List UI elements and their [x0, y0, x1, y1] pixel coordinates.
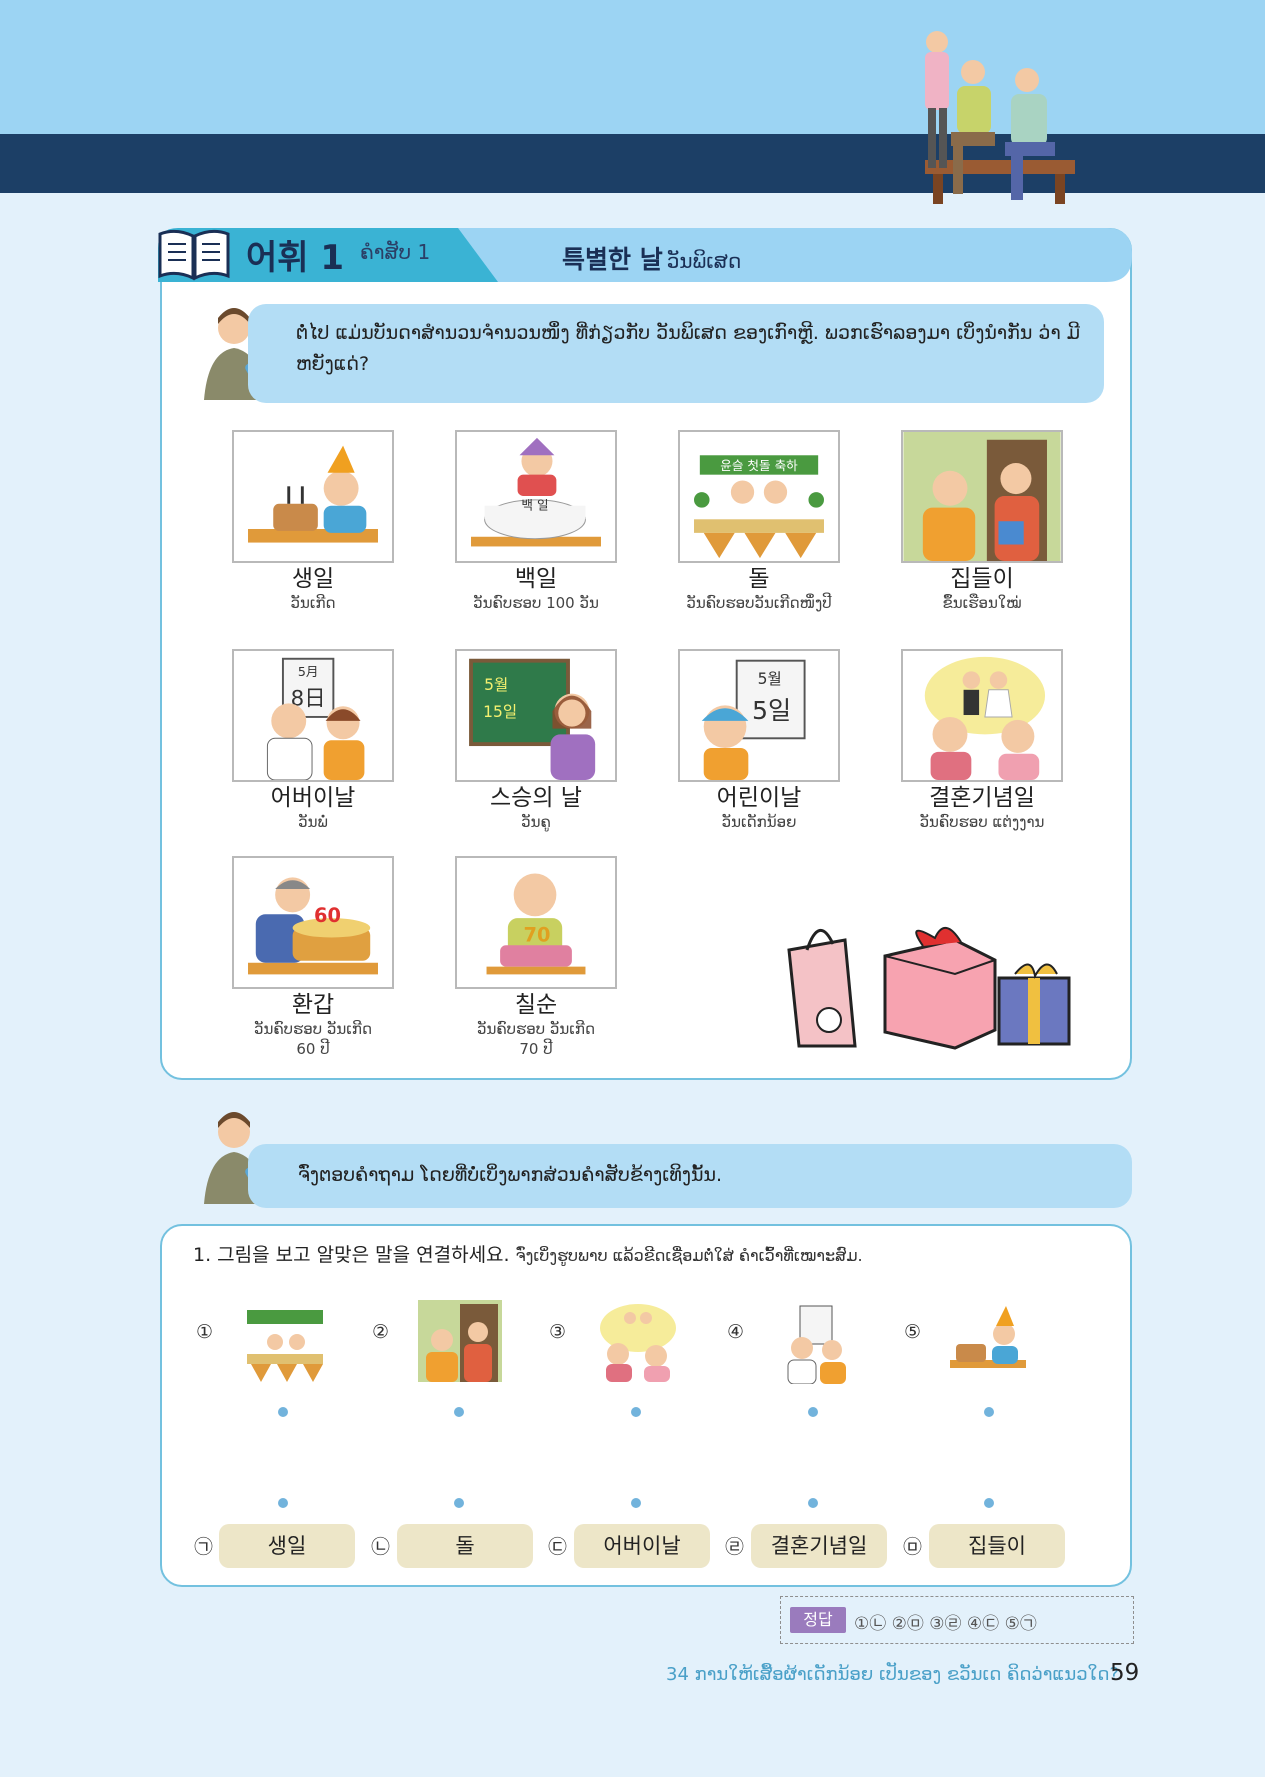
vocab-item-birthday: 생일 ວັນເກີດ [230, 430, 396, 613]
vocab-lao: ວັນຄົບຮອບວັນເກີດໜຶ່ງປີ [686, 594, 832, 612]
intro-speech-bubble: ຕໍ່ໄປ ແມ່ນບັນດາສຳນວນຈຳນວນໜຶ່ງ ທີ່ກ່ຽວກັບ… [248, 304, 1104, 403]
vocab-korean: 환갑 [291, 992, 335, 1018]
word-2-dot[interactable] [454, 1498, 464, 1508]
item-number-4: ④ [727, 1321, 745, 1343]
board-day: 15일 [483, 703, 517, 721]
word-mark-2: ㉡ [371, 1536, 391, 1558]
exercise-picture-3 [600, 1304, 676, 1382]
vocab-lao-line1: ວັນຄົບຮອບ ວັນເກີດ [476, 1020, 596, 1038]
item-number-3: ③ [549, 1321, 567, 1343]
footer-chapter-title: 34 ການໃຫ້ເສື້ອຜ້າເດັກນ້ອຍ ເປັນຂອງ ຂວັນເດ… [666, 1664, 1120, 1685]
picture-2-dot[interactable] [454, 1407, 464, 1417]
calendar-month: 5월 [758, 670, 782, 688]
parents-day-calendar-image: 5月 8日 [232, 649, 394, 782]
word-4-dot[interactable] [808, 1498, 818, 1508]
vocab-korean: 칠순 [514, 992, 558, 1018]
vocab-lao: ວັນພໍ່ [298, 813, 328, 831]
exercise-picture-4 [787, 1305, 846, 1384]
calendar-month: 5月 [298, 664, 319, 679]
childrens-day-calendar-image: 5월 5일 [678, 649, 840, 782]
vocab-korean: 백일 [514, 566, 558, 592]
vocab-item-parents-day: 5月 8日 어버이날 ວັນພໍ່ [230, 649, 396, 832]
answer-instruction-bubble: ຈົ່ງຕອບຄຳຖາມ ໂດຍທີ່ບໍ່ເບິ່ງພາກສ່ວນຄຳສັບຂ… [248, 1144, 1132, 1208]
vocab-item-first-birthday: 윤슬 첫돌 축하 돌 ວັນຄົບຮອບວັນເກີດໜຶ່ງປີ [676, 430, 842, 613]
vocab-item-hundred-day: 백 일 백일 ວັນຄົບຮອບ 100 ວັນ [453, 430, 619, 613]
word-3-dot[interactable] [631, 1498, 641, 1508]
exercise-picture-5 [950, 1306, 1026, 1368]
vocab-korean: 어버이날 [270, 785, 356, 811]
section-title-korean: 어휘 1 [246, 238, 345, 278]
picture-3-dot[interactable] [631, 1407, 641, 1417]
vocab-item-childrens-day: 5월 5일 어린이날 ວັນເດັກນ້ອຍ [676, 649, 842, 832]
picture-5-dot[interactable] [984, 1407, 994, 1417]
gift-boxes-illustration [787, 927, 1071, 1050]
page-number: 59 [1110, 1660, 1140, 1686]
vocab-lao: ວັນຄົບຮອບ ແຕ່ງງານ [919, 813, 1045, 831]
word-mark-1: ㉠ [194, 1536, 214, 1558]
word-mark-4: ㉣ [725, 1536, 745, 1558]
exercise-picture-1 [247, 1310, 323, 1382]
vocab-korean: 어린이날 [716, 785, 802, 811]
word-1-dot[interactable] [278, 1498, 288, 1508]
item-number-5: ⑤ [904, 1321, 922, 1343]
word-5-dot[interactable] [984, 1498, 994, 1508]
hundred-day-cake-image: 백 일 [455, 430, 617, 563]
board-month: 5월 [484, 676, 508, 694]
cake-text: 백 일 [521, 498, 548, 513]
vocab-korean: 스승의 날 [490, 785, 582, 811]
cake-number: 70 [523, 923, 550, 946]
word-mark-5: ㉤ [903, 1536, 923, 1558]
vocab-lao: ຂຶ້ນເຮືອນໃໝ່ [942, 594, 1022, 612]
vocab-item-teachers-day: 5월 15일 스승의 날 ວັນຄູ [453, 649, 619, 832]
people-on-bench-illustration [925, 31, 1075, 204]
vocab-lao: ວັນເກີດ [290, 594, 336, 612]
calendar-day: 5일 [752, 696, 791, 725]
picture-1-dot[interactable] [278, 1407, 288, 1417]
vocab-item-housewarming: 집들이 ຂຶ້ນເຮືອນໃໝ່ [899, 430, 1065, 613]
instruction-lao: ຈົ່ງເບິ່ງຮູບພາບ ແລ້ວຂີດເຊື່ອມຕໍ່ໃສ່ ຄຳເວ… [515, 1246, 863, 1265]
answer-key-text: ①㉡ ②㉤ ③㉣ ④㉢ ⑤㉠ [854, 1614, 1037, 1634]
seventieth-birthday-image: 70 [455, 856, 617, 989]
answer-key-label: 정답 [790, 1607, 846, 1633]
item-number-1: ① [196, 1321, 214, 1343]
wedding-anniversary-image [901, 649, 1063, 782]
vocab-lao: ວັນຄູ [521, 813, 551, 831]
vocab-lao: ວັນເດັກນ້ອຍ [721, 813, 797, 831]
housewarming-door-image [901, 430, 1063, 563]
topic-korean: 특별한 날 [562, 245, 663, 274]
item-number-2: ② [372, 1321, 390, 1343]
vocab-lao-line1: ວັນຄົບຮອບ ວັນເກີດ [253, 1020, 373, 1038]
first-birthday-table-image: 윤슬 첫돌 축하 [678, 430, 840, 563]
vocab-korean: 돌 [748, 566, 770, 592]
section-topic: 특별한 날 ວັນພິເສດ [562, 240, 741, 276]
vocab-korean: 결혼기념일 [929, 785, 1035, 811]
word-box-2[interactable]: 돌 [397, 1524, 533, 1568]
cake-number: 60 [314, 904, 341, 927]
vocab-lao-line2: 60 ປີ [296, 1040, 330, 1058]
vocab-item-sixtieth: 60 환갑 ວັນຄົບຮອບ ວັນເກີດ 60 ປີ [230, 856, 396, 1059]
vocab-korean: 집들이 [950, 566, 1014, 592]
instruction-korean: 1. 그림을 보고 알맞은 말을 연결하세요. [193, 1244, 510, 1266]
word-box-5[interactable]: 집들이 [929, 1524, 1065, 1568]
exercise-instruction: 1. 그림을 보고 알맞은 말을 연결하세요. ຈົ່ງເບິ່ງຮູບພາບ ແ… [193, 1240, 863, 1267]
exercise-picture-2 [418, 1300, 502, 1382]
word-box-3[interactable]: 어버이날 [574, 1524, 710, 1568]
word-box-4[interactable]: 결혼기념일 [751, 1524, 887, 1568]
birthday-cake-boy-image [232, 430, 394, 563]
word-mark-3: ㉢ [548, 1536, 568, 1558]
open-book-icon [158, 229, 230, 281]
vocab-lao-line2: 70 ປີ [519, 1040, 553, 1058]
vocab-item-seventieth: 70 칠순 ວັນຄົບຮອບ ວັນເກີດ 70 ປີ [453, 856, 619, 1059]
banner-text: 윤슬 첫돌 축하 [720, 458, 798, 473]
vocab-lao: ວັນຄົບຮອບ 100 ວັນ [473, 594, 599, 612]
picture-4-dot[interactable] [808, 1407, 818, 1417]
word-box-1[interactable]: 생일 [219, 1524, 355, 1568]
vocab-item-wedding-anniversary: 결혼기념일 ວັນຄົບຮອບ ແຕ່ງງານ [899, 649, 1065, 832]
sixtieth-birthday-image: 60 [232, 856, 394, 989]
teacher-blackboard-image: 5월 15일 [455, 649, 617, 782]
vocab-korean: 생일 [291, 566, 335, 592]
section-title-lao: ຄຳສັບ 1 [360, 240, 431, 264]
topic-lao: ວັນພິເສດ [666, 249, 742, 273]
